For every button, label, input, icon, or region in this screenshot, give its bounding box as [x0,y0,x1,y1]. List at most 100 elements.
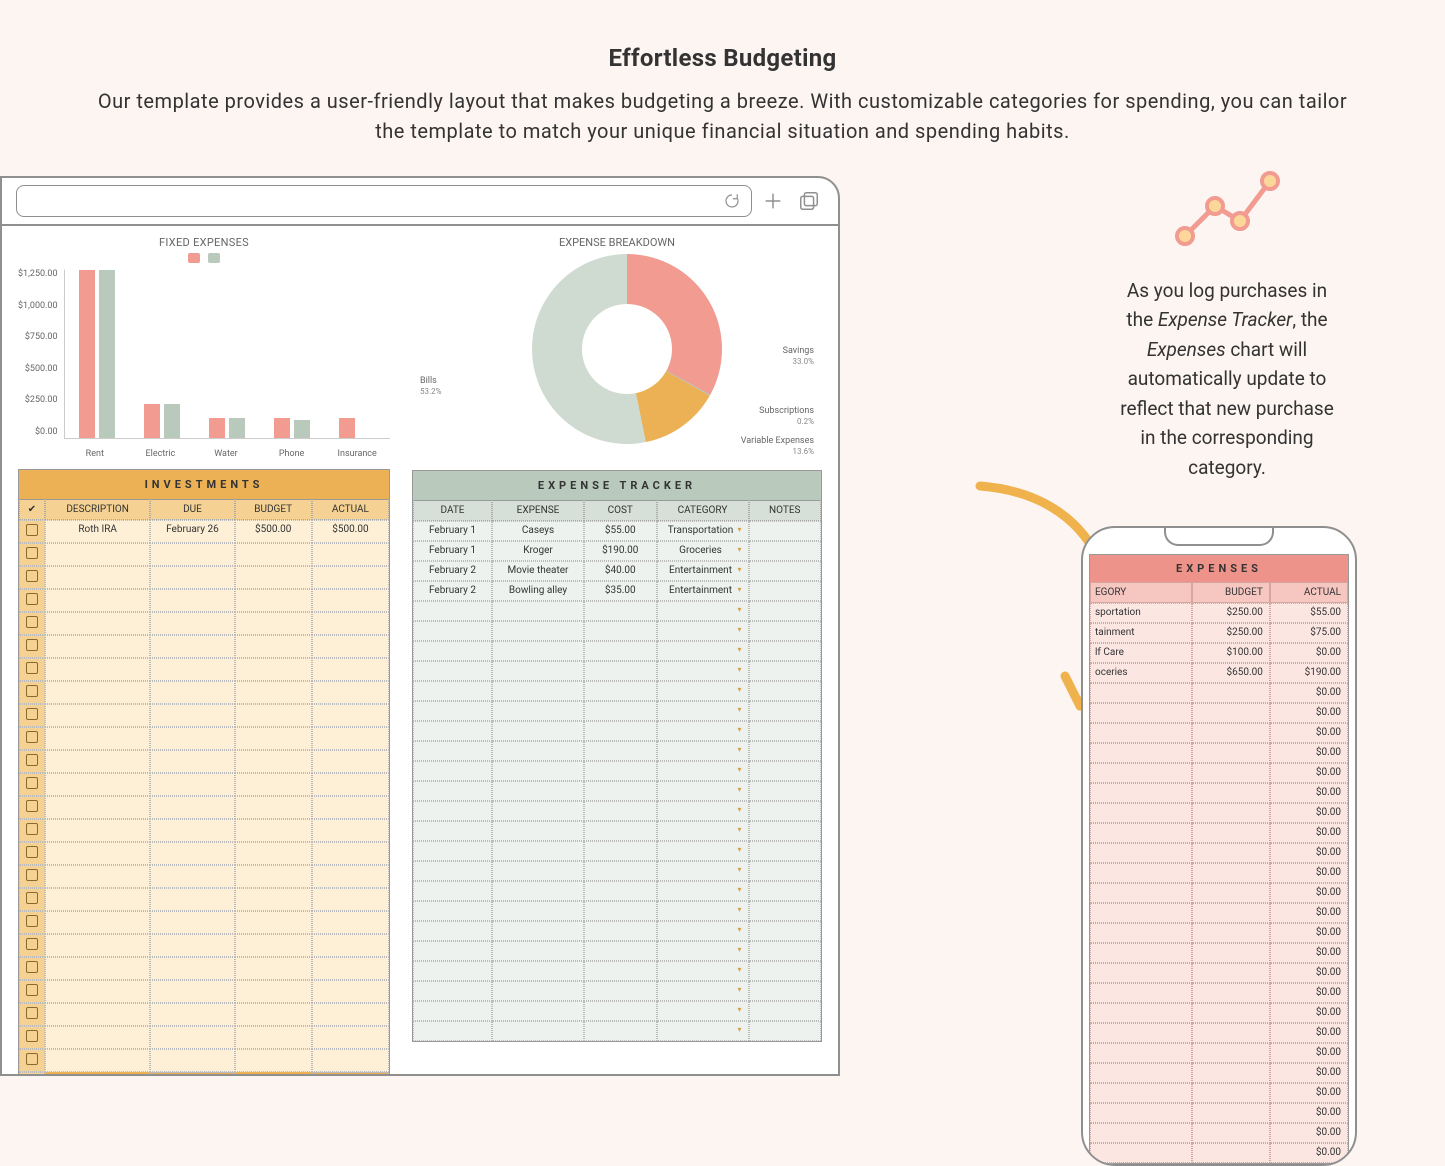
table-row[interactable]: $0.00 [1090,883,1348,903]
checkbox-icon[interactable] [26,570,38,582]
table-row[interactable] [19,796,389,819]
table-row[interactable]: Roth IRAFebruary 26$500.00$500.00 [19,520,389,543]
table-row[interactable] [19,1049,389,1072]
table-row[interactable]: February 1Caseys$55.00Transportation▾ [413,521,821,541]
table-row[interactable]: ▾ [413,881,821,901]
table-row[interactable]: ▾ [413,601,821,621]
chevron-down-icon[interactable]: ▾ [737,545,741,554]
table-row[interactable] [19,589,389,612]
chevron-down-icon[interactable]: ▾ [737,985,741,994]
checkbox-icon[interactable] [26,731,38,743]
table-row[interactable]: ▾ [413,1021,821,1041]
chevron-down-icon[interactable]: ▾ [737,765,741,774]
table-row[interactable] [19,658,389,681]
table-row[interactable]: ▾ [413,621,821,641]
checkbox-icon[interactable] [26,547,38,559]
tabs-icon[interactable] [798,190,820,212]
chevron-down-icon[interactable]: ▾ [737,565,741,574]
chevron-down-icon[interactable]: ▾ [737,1005,741,1014]
table-row[interactable] [19,819,389,842]
table-row[interactable]: $0.00 [1090,1143,1348,1163]
checkbox-icon[interactable] [26,593,38,605]
checkbox-icon[interactable] [26,961,38,973]
checkbox-icon[interactable] [26,1030,38,1042]
chevron-down-icon[interactable]: ▾ [737,925,741,934]
table-row[interactable]: ▾ [413,661,821,681]
chevron-down-icon[interactable]: ▾ [737,1025,741,1034]
table-row[interactable] [19,704,389,727]
chevron-down-icon[interactable]: ▾ [737,645,741,654]
table-row[interactable]: ▾ [413,761,821,781]
table-row[interactable] [19,727,389,750]
chevron-down-icon[interactable]: ▾ [737,685,741,694]
table-row[interactable]: $0.00 [1090,763,1348,783]
checkbox-icon[interactable] [26,524,38,536]
table-row[interactable]: ▾ [413,1001,821,1021]
chevron-down-icon[interactable]: ▾ [737,965,741,974]
chevron-down-icon[interactable]: ▾ [737,885,741,894]
table-row[interactable]: lf Care$100.00$0.00 [1090,643,1348,663]
table-row[interactable]: ▾ [413,641,821,661]
checkbox-icon[interactable] [26,846,38,858]
checkbox-icon[interactable] [26,1053,38,1065]
table-row[interactable]: ▾ [413,981,821,1001]
table-row[interactable]: oceries$650.00$190.00 [1090,663,1348,683]
table-row[interactable]: ▾ [413,701,821,721]
table-row[interactable]: ▾ [413,861,821,881]
table-row[interactable] [19,865,389,888]
chevron-down-icon[interactable]: ▾ [737,825,741,834]
checkbox-icon[interactable] [26,984,38,996]
chevron-down-icon[interactable]: ▾ [737,865,741,874]
checkbox-icon[interactable] [26,915,38,927]
chevron-down-icon[interactable]: ▾ [737,605,741,614]
table-row[interactable]: $0.00 [1090,943,1348,963]
chevron-down-icon[interactable]: ▾ [737,665,741,674]
table-row[interactable] [19,543,389,566]
table-row[interactable]: $0.00 [1090,923,1348,943]
table-row[interactable]: February 2Movie theater$40.00Entertainme… [413,561,821,581]
table-row[interactable]: $0.00 [1090,823,1348,843]
chevron-down-icon[interactable]: ▾ [737,905,741,914]
chevron-down-icon[interactable]: ▾ [737,745,741,754]
table-row[interactable]: February 2Bowling alley$35.00Entertainme… [413,581,821,601]
table-row[interactable]: ▾ [413,941,821,961]
table-row[interactable]: $0.00 [1090,803,1348,823]
table-row[interactable] [19,566,389,589]
chevron-down-icon[interactable]: ▾ [737,945,741,954]
table-row[interactable]: ▾ [413,841,821,861]
table-row[interactable] [19,681,389,704]
table-row[interactable] [19,980,389,1003]
reload-icon[interactable] [723,192,741,210]
checkbox-icon[interactable] [26,1007,38,1019]
table-row[interactable]: $0.00 [1090,723,1348,743]
chevron-down-icon[interactable]: ▾ [737,625,741,634]
chevron-down-icon[interactable]: ▾ [737,585,741,594]
chevron-down-icon[interactable]: ▾ [737,725,741,734]
table-row[interactable]: ▾ [413,821,821,841]
table-row[interactable]: tainment$250.00$75.00 [1090,623,1348,643]
chevron-down-icon[interactable]: ▾ [737,525,741,534]
table-row[interactable]: $0.00 [1090,863,1348,883]
table-row[interactable]: sportation$250.00$55.00 [1090,603,1348,623]
table-row[interactable] [19,612,389,635]
new-tab-icon[interactable] [762,190,784,212]
url-bar[interactable] [16,185,752,217]
table-row[interactable]: $0.00 [1090,1063,1348,1083]
checkbox-icon[interactable] [26,685,38,697]
table-row[interactable]: $0.00 [1090,983,1348,1003]
table-row[interactable]: $0.00 [1090,963,1348,983]
chevron-down-icon[interactable]: ▾ [737,705,741,714]
checkbox-icon[interactable] [26,800,38,812]
checkbox-icon[interactable] [26,754,38,766]
table-row[interactable]: $0.00 [1090,783,1348,803]
table-row[interactable] [19,1003,389,1026]
table-row[interactable]: $0.00 [1090,1043,1348,1063]
chevron-down-icon[interactable]: ▾ [737,785,741,794]
chevron-down-icon[interactable]: ▾ [737,845,741,854]
table-row[interactable]: $0.00 [1090,1023,1348,1043]
table-row[interactable] [19,750,389,773]
table-row[interactable] [19,1026,389,1049]
table-row[interactable]: ▾ [413,901,821,921]
table-row[interactable]: $0.00 [1090,1103,1348,1123]
checkbox-icon[interactable] [26,892,38,904]
